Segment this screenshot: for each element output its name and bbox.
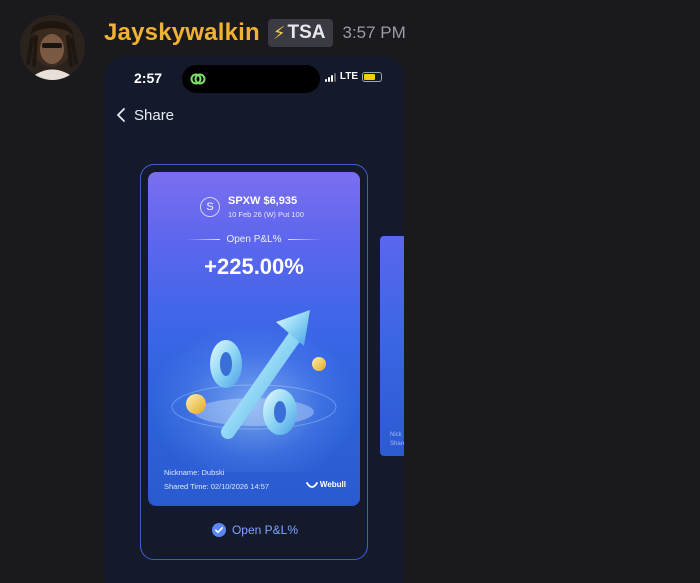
phone-status-bar: 2:57 LTE [104, 56, 404, 100]
pnl-label: Open P&L% [226, 234, 282, 245]
dynamic-island [182, 65, 320, 93]
webull-icon [306, 481, 318, 488]
status-indicators: LTE [324, 71, 382, 82]
side-card-line: Share [390, 441, 404, 447]
contract-details: 10 Feb 26 (W) Put 100 [228, 210, 304, 219]
pnl-value: +225.00% [204, 254, 304, 279]
open-pnl-option[interactable]: Open P&L% [141, 523, 369, 537]
brand-name: Webull [319, 480, 346, 489]
username[interactable]: Jayskywalkin [104, 19, 260, 47]
next-card-preview[interactable]: Nick Share [380, 236, 404, 456]
link-icon [190, 73, 206, 85]
pnl-label-row: Open P&L% [148, 234, 360, 245]
ticker-price: SPXW $6,935 [228, 195, 298, 207]
chevron-left-icon[interactable] [114, 107, 128, 123]
symbol-icon: S [200, 197, 220, 217]
checkmark-circle-icon [211, 523, 226, 537]
status-time: 2:57 [134, 70, 163, 86]
server-tag-label: TSA [287, 22, 326, 43]
message-header: Jayskywalkin ⚡ TSA 3:57 PM [104, 17, 406, 49]
nav-title: Share [134, 106, 175, 124]
network-type: LTE [339, 71, 358, 82]
avatar[interactable] [20, 15, 85, 80]
server-tag[interactable]: ⚡ TSA [267, 19, 333, 47]
shared-time: Shared Time: 02/10/2026 14:57 [164, 482, 270, 491]
message-timestamp: 3:57 PM [342, 23, 406, 42]
option-label: Open P&L% [231, 523, 299, 537]
share-nav-bar: Share [114, 104, 174, 126]
percent-arrow-illustration [171, 310, 337, 439]
screenshot-attachment[interactable]: 2:57 LTE Share S SPXW $6,935 10 Feb 26 (… [104, 56, 404, 583]
lightning-bolt-icon: ⚡ [272, 23, 286, 43]
nickname: Nickname: Dubski [164, 468, 225, 477]
chat-message: Jayskywalkin ⚡ TSA 3:57 PM 2:57 LTE Shar… [0, 0, 700, 583]
pnl-share-card: S SPXW $6,935 10 Feb 26 (W) Put 100 Open… [148, 172, 360, 506]
side-card-line: Nick [390, 432, 402, 438]
share-card-frame[interactable]: S SPXW $6,935 10 Feb 26 (W) Put 100 Open… [140, 164, 368, 560]
webull-logo: Webull [306, 480, 346, 489]
signal-icon [324, 72, 336, 82]
battery-icon [362, 71, 382, 82]
